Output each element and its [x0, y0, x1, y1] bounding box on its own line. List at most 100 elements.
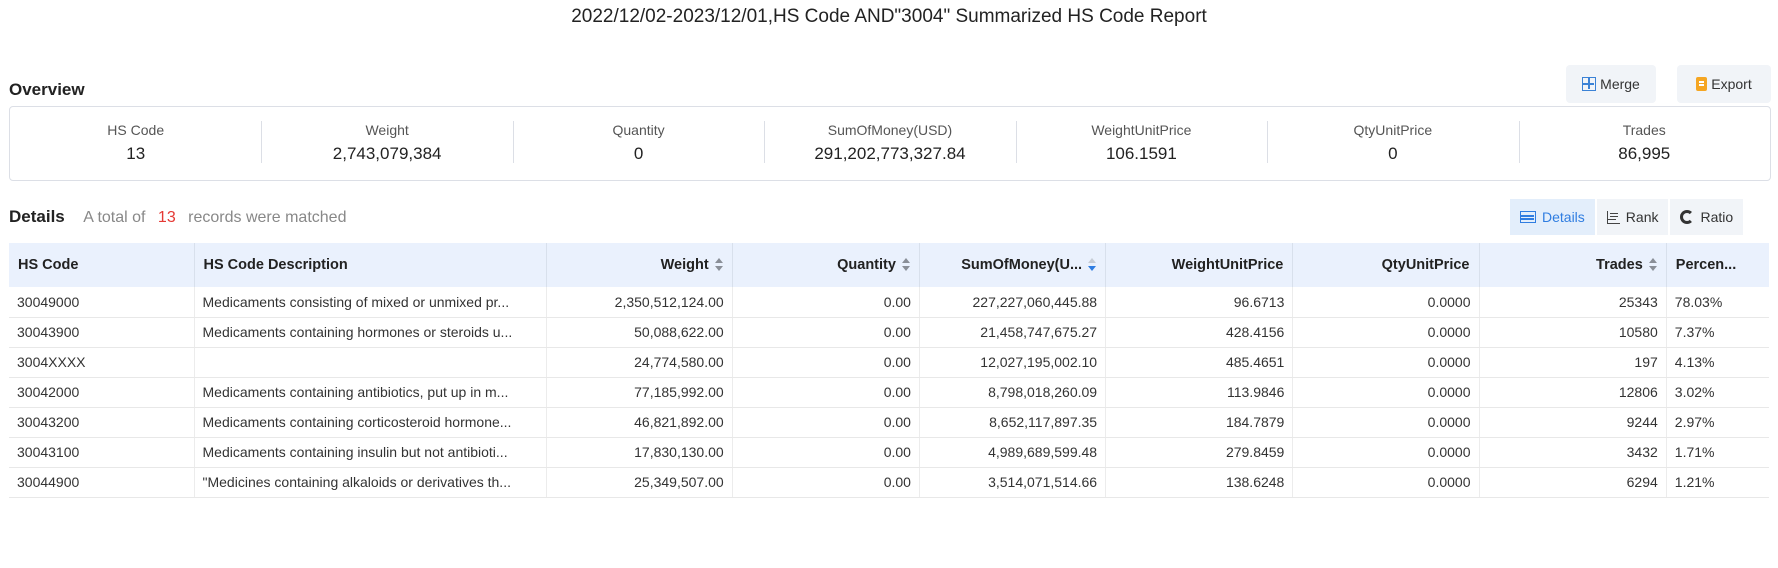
summary-value: 0	[633, 144, 644, 163]
table-row[interactable]: 30044900 "Medicines containing alkaloids…	[9, 467, 1769, 498]
column-header-hs-code: HS Code	[9, 243, 195, 287]
table-row[interactable]: 30042000 Medicaments containing antibiot…	[9, 377, 1769, 408]
column-header-weight[interactable]: Weight	[546, 243, 733, 287]
details-heading: Details	[9, 207, 65, 226]
cell-qty-unit-price: 0.0000	[1292, 407, 1480, 438]
cell-weight-unit-price: 485.4651	[1105, 347, 1294, 378]
column-label: Trades	[1596, 257, 1643, 273]
summary-sum-of-money: SumOfMoney(USD) 291,202,773,327.84	[764, 107, 1015, 180]
cell-qty-unit-price: 0.0000	[1292, 317, 1480, 348]
column-header-sum-of-money[interactable]: SumOfMoney(U...	[919, 243, 1107, 287]
summary-qty-unit-price: QtyUnitPrice 0	[1267, 107, 1518, 180]
cell-weight: 50,088,622.00	[546, 317, 733, 348]
cell-description	[194, 347, 547, 378]
cell-weight: 24,774,580.00	[546, 347, 733, 378]
cell-description: Medicaments containing antibiotics, put …	[194, 377, 547, 408]
cell-trades: 9244	[1479, 407, 1667, 438]
cell-trades: 12806	[1479, 377, 1667, 408]
cell-hs-code: 30043100	[9, 437, 195, 468]
table-row[interactable]: 30043900 Medicaments containing hormones…	[9, 317, 1769, 348]
table-row[interactable]: 30043200 Medicaments containing corticos…	[9, 407, 1769, 438]
cell-weight: 46,821,892.00	[546, 407, 733, 438]
ratio-view-label: Ratio	[1700, 209, 1734, 225]
summary-value: 2,743,079,384	[332, 144, 442, 163]
cell-hs-code: 30043900	[9, 317, 195, 348]
cell-trades: 25343	[1479, 287, 1667, 318]
report-page: 2022/12/02-2023/12/01,HS Code AND"3004" …	[0, 0, 1778, 568]
pie-ratio-icon	[1680, 210, 1695, 224]
cell-trades: 10580	[1479, 317, 1667, 348]
cell-hs-code: 30044900	[9, 467, 195, 498]
cell-quantity: 0.00	[732, 347, 920, 378]
summary-value: 86,995	[1618, 144, 1671, 163]
column-header-quantity[interactable]: Quantity	[732, 243, 920, 287]
export-button-label: Export	[1711, 76, 1752, 92]
cell-sum-of-money: 12,027,195,002.10	[919, 347, 1107, 378]
cell-qty-unit-price: 0.0000	[1292, 467, 1480, 498]
sort-desc-icon[interactable]	[1088, 258, 1097, 272]
cell-weight-unit-price: 184.7879	[1105, 407, 1294, 438]
cell-quantity: 0.00	[732, 317, 920, 348]
bar-rank-icon	[1606, 210, 1620, 224]
cell-description: Medicaments containing insulin but not a…	[194, 437, 547, 468]
summary-label: HS Code	[107, 122, 165, 138]
export-button[interactable]: Export	[1677, 65, 1771, 103]
cell-trades: 197	[1479, 347, 1667, 378]
summary-label: QtyUnitPrice	[1353, 122, 1433, 138]
cell-weight-unit-price: 279.8459	[1105, 437, 1294, 468]
table-header-row: HS Code HS Code Description Weight Quant…	[9, 243, 1769, 287]
summary-value: 106.1591	[1105, 144, 1177, 163]
merge-button[interactable]: Merge	[1566, 65, 1656, 103]
overview-heading: Overview	[9, 80, 85, 99]
cell-sum-of-money: 21,458,747,675.27	[919, 317, 1107, 348]
sort-icon[interactable]	[1648, 258, 1657, 272]
summary-hs-code: HS Code 13	[10, 107, 261, 180]
records-prefix: A total of	[83, 209, 146, 226]
cell-hs-code: 30043200	[9, 407, 195, 438]
merge-button-label: Merge	[1600, 76, 1640, 92]
column-label: QtyUnitPrice	[1381, 257, 1470, 273]
cell-quantity: 0.00	[732, 377, 920, 408]
cell-quantity: 0.00	[732, 287, 920, 318]
summary-value: 0	[1388, 144, 1398, 163]
rank-view-button[interactable]: Rank	[1596, 199, 1669, 235]
cell-percent: 78.03%	[1666, 287, 1769, 318]
summary-label: WeightUnitPrice	[1091, 122, 1192, 138]
column-header-qty-unit-price: QtyUnitPrice	[1292, 243, 1480, 287]
sort-icon[interactable]	[714, 258, 723, 272]
table-row[interactable]: 3004XXXX 24,774,580.00 0.00 12,027,195,0…	[9, 347, 1769, 378]
cell-weight: 2,350,512,124.00	[546, 287, 733, 318]
column-label: Weight	[660, 257, 709, 273]
table-row[interactable]: 30049000 Medicaments consisting of mixed…	[9, 287, 1769, 318]
summary-trades: Trades 86,995	[1518, 107, 1770, 180]
details-view-button[interactable]: Details	[1510, 199, 1595, 235]
cell-hs-code: 30049000	[9, 287, 195, 318]
cell-sum-of-money: 227,227,060,445.88	[919, 287, 1107, 318]
cell-weight: 77,185,992.00	[546, 377, 733, 408]
summary-value: 291,202,773,327.84	[814, 144, 966, 163]
table-row[interactable]: 30043100 Medicaments containing insulin …	[9, 437, 1769, 468]
column-header-trades[interactable]: Trades	[1479, 243, 1667, 287]
cell-percent: 7.37%	[1666, 317, 1769, 348]
cell-weight-unit-price: 113.9846	[1105, 377, 1294, 408]
view-switcher: Details Rank Ratio	[1510, 199, 1744, 235]
column-label: SumOfMoney(U...	[961, 257, 1083, 273]
sort-icon[interactable]	[901, 258, 910, 272]
column-header-description: HS Code Description	[194, 243, 547, 287]
summary-weight: Weight 2,743,079,384	[261, 107, 512, 180]
column-label: WeightUnitPrice	[1171, 257, 1284, 273]
cell-trades: 3432	[1479, 437, 1667, 468]
rank-view-label: Rank	[1625, 209, 1659, 225]
cell-percent: 2.97%	[1666, 407, 1769, 438]
cell-weight-unit-price: 138.6248	[1105, 467, 1294, 498]
cell-sum-of-money: 4,989,689,599.48	[919, 437, 1107, 468]
summary-label: Weight	[365, 122, 409, 138]
cell-percent: 1.71%	[1666, 437, 1769, 468]
summary-label: Quantity	[612, 122, 665, 138]
column-label: Quantity	[837, 257, 896, 273]
column-header-percent: Percen...	[1666, 243, 1769, 287]
records-suffix: records were matched	[188, 209, 347, 226]
ratio-view-button[interactable]: Ratio	[1670, 199, 1744, 235]
cell-percent: 1.21%	[1666, 467, 1769, 498]
cell-quantity: 0.00	[732, 467, 920, 498]
